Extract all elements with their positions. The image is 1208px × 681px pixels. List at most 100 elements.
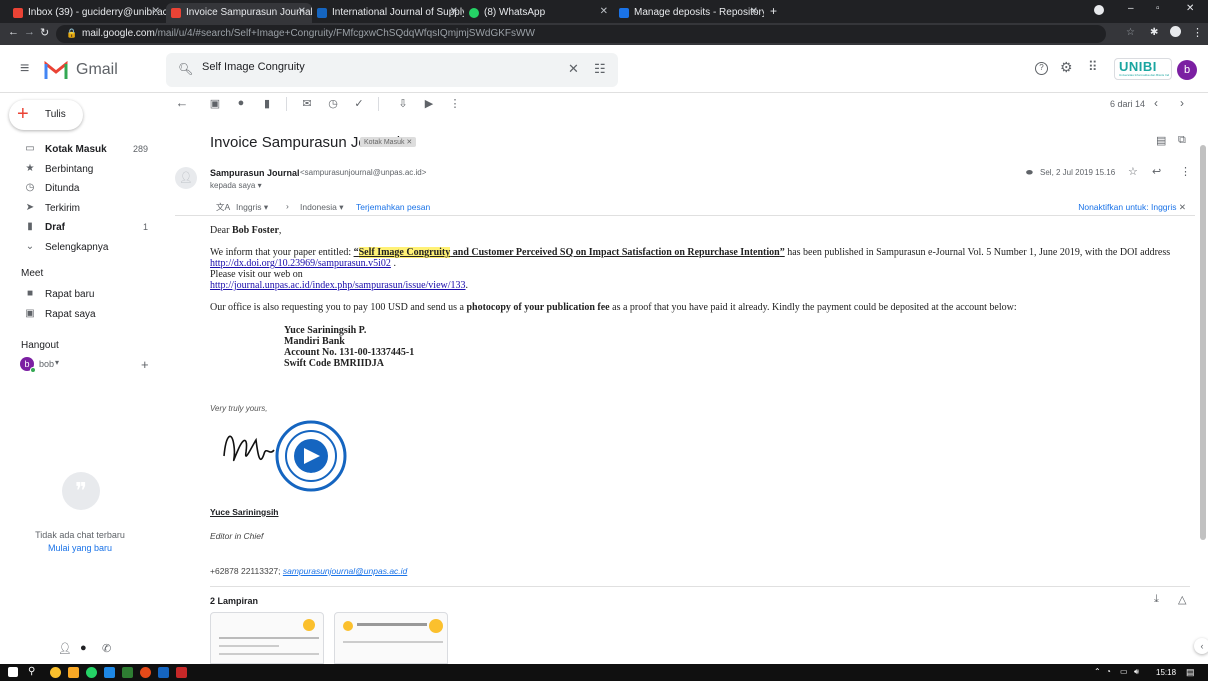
reload-icon[interactable]: ↻ [40,26,49,39]
close-window-icon[interactable]: ✕ [1186,3,1194,14]
back-to-list-icon[interactable]: ← [175,95,189,110]
disable-translate-link[interactable]: Nonaktifkan untuk: Inggris ✕ [1078,202,1186,213]
firefox-icon[interactable] [140,667,151,678]
browser-tab-inbox[interactable]: Inbox (39) - guciderry@unibi.ac.i ✕ [8,3,166,23]
sidebar-item-drafts[interactable]: ▮ Draf 1 [0,218,160,238]
windows-start-icon[interactable] [8,667,18,677]
search-options-icon[interactable]: ☷ [594,61,606,77]
attachment-thumbnail-invoice[interactable] [210,612,324,664]
translate-to-select[interactable]: Indonesia ▾ [300,202,344,213]
download-all-icon[interactable]: ⤓ [1154,593,1159,606]
video-camera-icon: ■ [26,288,34,299]
close-tab-icon[interactable]: ✕ [600,6,608,17]
recipient-line[interactable]: kepada saya ▾ [210,181,262,190]
sidebar-item-snoozed[interactable]: ◷ Ditunda [0,179,160,199]
excel-icon[interactable] [122,667,133,678]
side-panel-toggle-icon[interactable]: ‹ [1194,638,1208,654]
more-options-icon[interactable]: ⋮ [1180,165,1191,178]
forward-icon[interactable]: → [24,26,35,38]
browser-tab-whatsapp[interactable]: (8) WhatsApp ✕ [464,3,614,23]
compose-button[interactable]: + Tulis [9,100,83,130]
contact-email-link[interactable]: sampurasunjournal@unpas.ac.id [283,566,407,576]
sidebar-item-starred[interactable]: ★ Berbintang [0,160,160,180]
move-to-icon[interactable]: ⇩ [396,97,410,111]
archive-icon[interactable]: ▣ [208,97,222,111]
close-tab-icon[interactable]: ✕ [298,6,306,17]
sidebar-item-sent[interactable]: ➤ Terkirim [0,199,160,219]
bookmark-star-icon[interactable]: ☆ [1126,27,1135,38]
journal-web-link[interactable]: http://journal.unpas.ac.id/index.php/sam… [210,280,466,291]
maximize-icon[interactable]: ▫ [1156,3,1160,14]
close-tab-icon[interactable]: ✕ [152,6,160,17]
acrobat-icon[interactable] [176,667,187,678]
file-explorer-icon[interactable] [68,667,79,678]
chrome-taskbar-icon[interactable] [50,667,61,678]
more-actions-icon[interactable]: ⋮ [448,97,462,111]
draft-icon: ▮ [27,221,33,232]
search-taskbar-icon[interactable]: ⚲ [28,666,35,677]
profile-icon[interactable] [1094,5,1104,15]
browser-tab-journal[interactable]: International Journal of Supply C ✕ [312,3,464,23]
help-icon[interactable]: ? [1035,62,1048,75]
doi-link[interactable]: http://dx.doi.org/10.23969/sampurasun.v5… [210,258,391,269]
star-toggle-icon[interactable]: ☆ [1128,165,1138,178]
sidebar-item-more[interactable]: ⌄ Selengkapnya [0,238,160,258]
volume-icon[interactable]: 🔊︎ [1134,667,1139,677]
browser-tab-invoice[interactable]: Invoice Sampurasun Journal - bo ✕ [166,3,312,23]
phone-icon[interactable]: ✆ [102,642,111,655]
browser-tab-repository[interactable]: Manage deposits - Repository U ✕ [614,3,764,23]
start-new-chat-link[interactable]: Mulai yang baru [0,543,160,553]
close-tab-icon[interactable]: ✕ [450,6,458,17]
scrollbar-thumb[interactable] [1200,145,1206,540]
sidebar-item-inbox[interactable]: ▭ Kotak Masuk 289 [0,140,160,160]
mark-unread-icon[interactable]: ✉ [300,97,314,111]
tray-up-icon[interactable]: ⌃ [1094,667,1101,676]
newer-icon[interactable]: ‹ [1154,96,1158,110]
extension-icon[interactable]: ✱ [1150,27,1158,38]
word-icon[interactable] [158,667,169,678]
apps-grid-icon[interactable]: ⠿ [1088,59,1098,75]
chat-bubble-icon[interactable]: ● [80,642,87,654]
snooze-icon[interactable]: ◷ [326,97,340,111]
add-task-icon[interactable]: ✓ [352,97,366,111]
menu-kebab-icon[interactable]: ⋮ [1192,26,1203,39]
minimize-icon[interactable]: – [1128,3,1134,14]
clear-search-icon[interactable]: ✕ [568,61,579,77]
meet-new-meeting[interactable]: ■ Rapat baru [0,285,160,305]
print-icon[interactable]: ▤ [1156,134,1166,147]
translate-from-select[interactable]: Inggris ▾ [236,202,268,213]
delete-icon[interactable]: ▮ [260,97,274,111]
new-tab-button[interactable]: + [770,4,777,18]
main-menu-icon[interactable]: ≡ [20,60,29,78]
browser-address-bar: ← → ↻ 🔒 mail.google.com/mail/u/4/#search… [0,23,1208,45]
label-icon[interactable]: ▶ [422,97,436,111]
network-icon[interactable]: ◔ [1106,667,1111,676]
url-field[interactable]: 🔒 mail.google.com/mail/u/4/#search/Self+… [56,25,1106,43]
add-chat-icon[interactable]: + [141,357,149,372]
translate-message-link[interactable]: Terjemahkan pesan [356,202,430,212]
search-input[interactable] [202,61,542,73]
person-icon[interactable]: 👤︎ [58,642,72,655]
reply-icon[interactable]: ↩ [1152,165,1161,178]
label-chip[interactable]: Kotak Masuk ✕ [360,137,417,147]
notifications-icon[interactable]: ▤ [1186,667,1195,678]
clock-time[interactable]: 15:18 [1156,668,1176,677]
photoshop-icon[interactable] [104,667,115,678]
settings-gear-icon[interactable]: ⚙ [1060,59,1073,76]
back-icon[interactable]: ← [8,26,19,38]
search-icon[interactable]: 🔍︎ [178,62,193,76]
chrome-avatar-icon[interactable] [1170,26,1181,37]
close-tab-icon[interactable]: ✕ [750,6,758,17]
battery-icon[interactable]: ▭ [1120,667,1128,676]
whatsapp-taskbar-icon[interactable] [86,667,97,678]
report-spam-icon[interactable]: ● [234,97,248,111]
open-new-window-icon[interactable]: ⧉ [1178,134,1186,147]
meet-my-meetings[interactable]: ▣ Rapat saya [0,305,160,325]
account-avatar[interactable]: b [1177,60,1197,80]
save-to-drive-icon[interactable]: △ [1178,593,1186,606]
gmail-wordmark[interactable]: Gmail [76,61,118,79]
org-logo[interactable]: UNIBI Universitas Informatika dan Bisnis… [1114,58,1172,80]
older-icon[interactable]: › [1180,96,1184,110]
hangout-user[interactable]: b bob ▾ [20,357,160,373]
attachment-thumbnail-letter[interactable] [334,612,448,664]
